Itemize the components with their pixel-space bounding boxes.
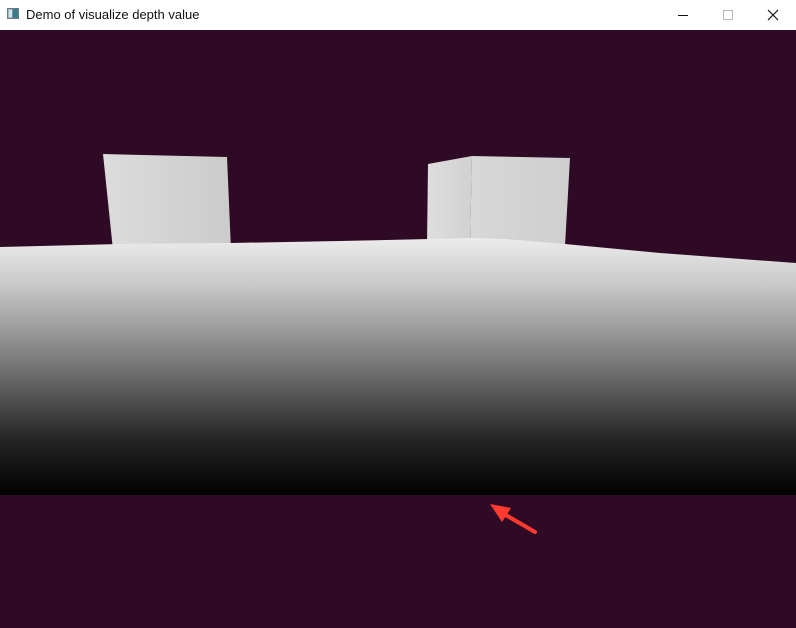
close-button[interactable]	[750, 0, 796, 30]
maximize-icon	[723, 10, 733, 20]
maximize-button[interactable]	[705, 0, 751, 30]
cube-left	[103, 154, 231, 250]
annotation-arrow	[490, 504, 537, 534]
minimize-button[interactable]	[660, 0, 706, 30]
render-viewport[interactable]	[0, 30, 796, 628]
window-title: Demo of visualize depth value	[26, 7, 200, 22]
depth-scene	[0, 154, 796, 534]
minimize-icon	[678, 15, 688, 16]
depth-plane	[0, 238, 796, 495]
titlebar[interactable]: Demo of visualize depth value	[0, 0, 796, 30]
app-window: Demo of visualize depth value	[0, 0, 796, 628]
app-icon	[7, 8, 19, 19]
close-icon	[767, 9, 779, 21]
cube-right	[427, 156, 570, 246]
